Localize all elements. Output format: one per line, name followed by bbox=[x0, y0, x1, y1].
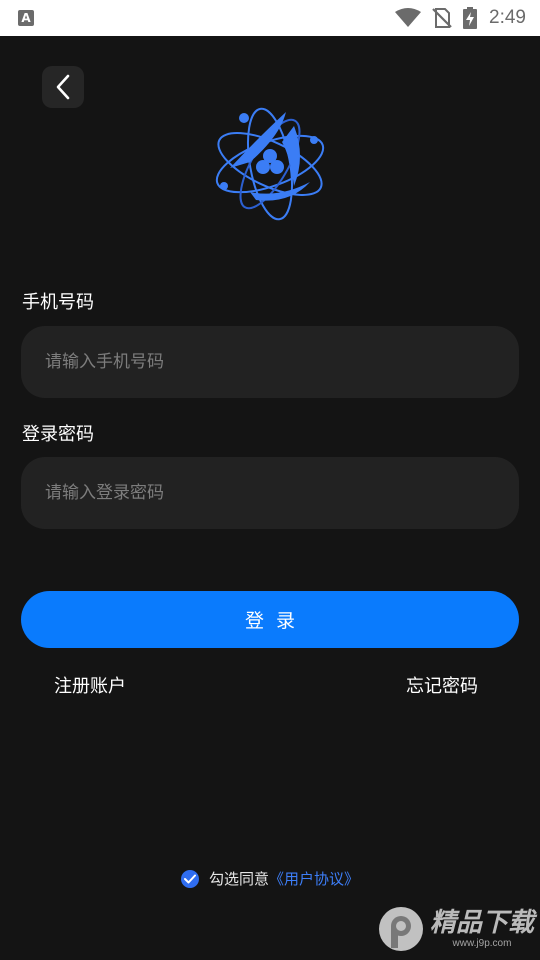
app-logo-atom-icon bbox=[215, 107, 325, 221]
watermark: 精品下载 www.j9p.com bbox=[376, 904, 534, 954]
back-button[interactable] bbox=[42, 66, 84, 108]
notification-a-icon: A bbox=[18, 10, 34, 26]
watermark-url: www.j9p.com bbox=[452, 937, 512, 949]
register-link[interactable]: 注册账户 bbox=[54, 672, 126, 698]
login-button[interactable]: 登录 bbox=[21, 591, 519, 648]
forgot-password-link[interactable]: 忘记密码 bbox=[406, 672, 478, 698]
chevron-left-icon bbox=[56, 74, 70, 100]
battery-charging-icon bbox=[463, 7, 478, 29]
phone-input-box[interactable] bbox=[21, 326, 519, 398]
phone-label: 手机号码 bbox=[22, 292, 94, 313]
login-screen: 手机号码 登录密码 登录 注册账户 忘记密码 勾选同意 《用户协议》 精品下载 … bbox=[0, 36, 540, 960]
agreement-checkbox[interactable] bbox=[180, 869, 199, 888]
password-input[interactable] bbox=[43, 482, 497, 504]
wifi-icon bbox=[395, 8, 422, 27]
user-agreement-link[interactable]: 《用户协议》 bbox=[269, 868, 359, 889]
watermark-title: 精品下载 bbox=[429, 907, 534, 938]
check-icon bbox=[183, 874, 196, 883]
status-bar: A 2:49 bbox=[0, 0, 540, 36]
password-input-box[interactable] bbox=[21, 457, 519, 529]
agreement-row: 勾选同意 《用户协议》 bbox=[0, 868, 540, 889]
watermark-logo-icon bbox=[378, 907, 423, 951]
status-time: 2:49 bbox=[489, 7, 526, 28]
password-label: 登录密码 bbox=[22, 424, 94, 445]
no-sim-icon bbox=[432, 8, 452, 28]
phone-input[interactable] bbox=[43, 351, 497, 373]
agreement-text: 勾选同意 bbox=[208, 870, 269, 888]
